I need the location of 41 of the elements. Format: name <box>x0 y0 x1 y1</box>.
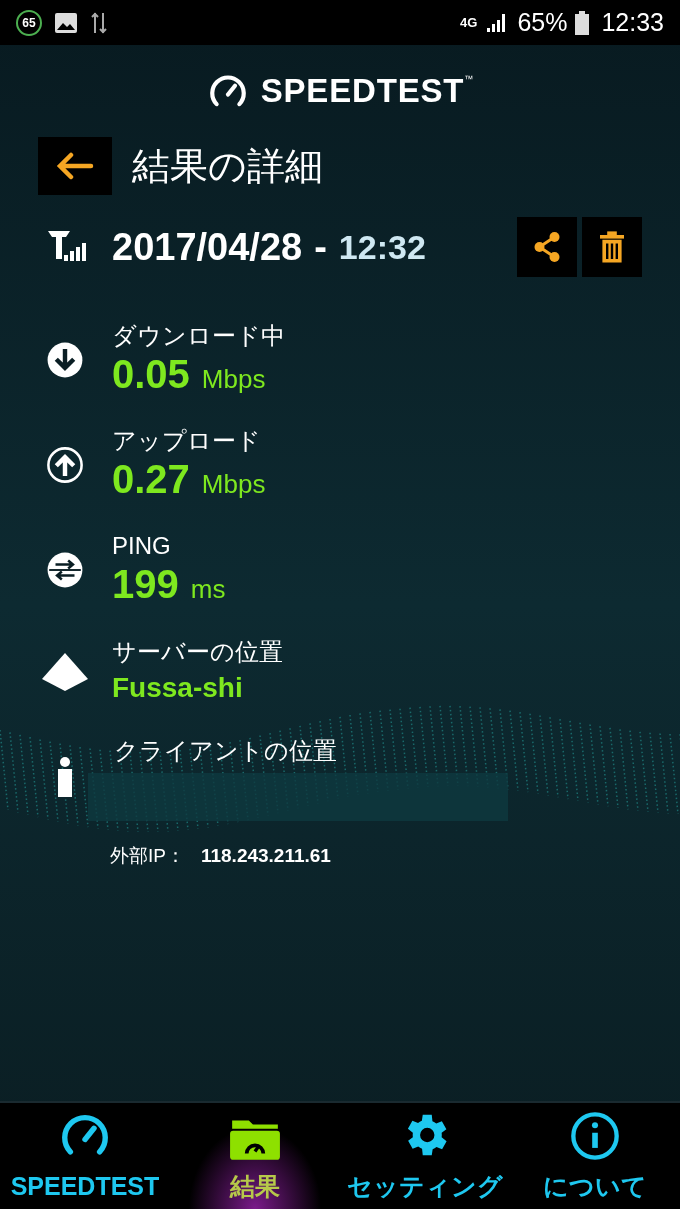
trademark: ™ <box>464 73 474 86</box>
transfer-icon <box>90 10 108 35</box>
info-icon <box>569 1109 621 1162</box>
client-location-label: クライアントの位置 <box>114 736 338 766</box>
network-type: 4G <box>460 13 478 32</box>
notification-badge: 65 <box>16 9 42 36</box>
date-separator: - <box>314 224 327 270</box>
upload-icon <box>46 446 84 484</box>
nav-tab[interactable]: セッティング <box>340 1103 510 1209</box>
nav-tab[interactable]: について <box>510 1103 680 1209</box>
download-icon <box>46 341 84 379</box>
battery-icon <box>575 10 590 35</box>
metric-label: ダウンロード中 <box>112 321 285 351</box>
metric-value: 0.05 <box>112 351 190 397</box>
ping-icon <box>46 551 84 589</box>
back-button[interactable] <box>38 137 112 195</box>
pyramid-icon <box>42 653 88 691</box>
server-location: Fussa-shi <box>112 671 244 705</box>
result-date: 2017/04/28 <box>112 224 303 270</box>
external-ip-label: 外部IP： <box>110 844 185 868</box>
battery-percent: 65% <box>517 6 568 38</box>
clock: 12:33 <box>601 6 664 38</box>
share-icon <box>532 230 562 264</box>
metric-value: 0.27 <box>112 456 190 502</box>
nav-tab[interactable]: SPEEDTEST <box>0 1103 170 1209</box>
delete-button[interactable] <box>582 217 642 277</box>
image-icon <box>54 11 78 34</box>
trash-icon <box>600 231 624 263</box>
share-button[interactable] <box>517 217 577 277</box>
metric-label: PING <box>112 531 172 561</box>
server-location-label: サーバーの位置 <box>112 637 283 667</box>
app-logo: SPEEDTEST <box>260 71 465 112</box>
page-title: 結果の詳細 <box>132 143 323 189</box>
back-arrow-icon <box>56 152 94 180</box>
metric-unit: ms <box>190 573 226 606</box>
metric-label: アップロード <box>112 426 262 456</box>
metric-value: 199 <box>112 561 179 607</box>
metric-unit: Mbps <box>201 363 266 396</box>
metric-unit: Mbps <box>201 468 266 501</box>
external-ip: 118.243.211.61 <box>200 844 331 868</box>
result-time: 12:32 <box>338 226 426 268</box>
